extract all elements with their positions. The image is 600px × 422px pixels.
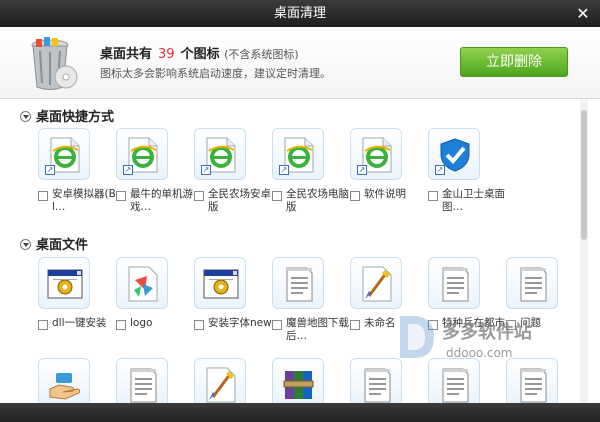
- shortcut-arrow-icon: ↗: [279, 165, 289, 175]
- icon-label: dll一键安装: [52, 317, 107, 329]
- icon-thumbnail[interactable]: ↗: [272, 128, 324, 180]
- icon-thumbnail[interactable]: [194, 257, 246, 309]
- title-bar: 桌面清理 ✕: [0, 0, 600, 27]
- icon-count-summary: 桌面共有 39 个图标 (不含系统图标): [100, 43, 299, 62]
- select-checkbox[interactable]: [38, 191, 48, 201]
- section-header-shortcuts[interactable]: 桌面快捷方式: [20, 106, 114, 125]
- icon-label: 安装字体new: [208, 317, 272, 329]
- icon-thumbnail[interactable]: [272, 358, 324, 403]
- select-checkbox[interactable]: [272, 320, 282, 330]
- section-title-shortcuts: 桌面快捷方式: [36, 110, 115, 125]
- shortcut-arrow-icon: ↗: [123, 165, 133, 175]
- icon-thumbnail[interactable]: [272, 257, 324, 309]
- delete-now-button[interactable]: 立即删除: [460, 47, 568, 77]
- collapse-icon[interactable]: [20, 111, 31, 122]
- icon-thumbnail[interactable]: [194, 358, 246, 403]
- watermark-url: ddooo.com: [446, 346, 513, 360]
- icon-thumbnail[interactable]: [38, 257, 90, 309]
- collapse-icon[interactable]: [20, 239, 31, 250]
- icon-thumbnail[interactable]: ↗: [428, 128, 480, 180]
- icon-label: 魔兽地图下载后…: [286, 317, 349, 342]
- icon-count: 39: [158, 47, 175, 62]
- recycle-bin-icon: [31, 37, 78, 90]
- icon-label: 全民农场安卓版: [208, 188, 271, 213]
- select-checkbox[interactable]: [116, 320, 126, 330]
- shortcut-arrow-icon: ↗: [435, 165, 445, 175]
- summary-header: 桌面共有 39 个图标 (不含系统图标) 图标太多会影响系统启动速度，建议定时清理。…: [0, 27, 600, 99]
- watermark-logo-icon: [400, 316, 434, 358]
- icon-thumbnail[interactable]: [350, 257, 402, 309]
- select-checkbox[interactable]: [272, 191, 282, 201]
- close-icon[interactable]: ✕: [575, 0, 591, 27]
- icon-thumbnail[interactable]: ↗: [38, 128, 90, 180]
- watermark-brand: 多多软件站: [442, 322, 532, 343]
- icon-label: 最牛的单机游戏…: [130, 188, 193, 213]
- summary-prefix: 桌面共有: [100, 47, 153, 62]
- footer-bar: [0, 403, 600, 422]
- select-checkbox[interactable]: [350, 320, 360, 330]
- icon-thumbnail[interactable]: ↗: [350, 128, 402, 180]
- scrollbar-thumb[interactable]: [581, 110, 587, 240]
- section-title-files: 桌面文件: [36, 238, 89, 253]
- icon-thumbnail[interactable]: [506, 257, 558, 309]
- icon-thumbnail[interactable]: [428, 257, 480, 309]
- shortcut-arrow-icon: ↗: [357, 165, 367, 175]
- cleanup-hint: 图标太多会影响系统启动速度，建议定时清理。: [100, 67, 331, 80]
- section-header-files[interactable]: 桌面文件: [20, 234, 88, 253]
- select-checkbox[interactable]: [350, 191, 360, 201]
- icon-label: 软件说明: [364, 188, 406, 200]
- icon-label: 安卓模拟器(Bl…: [52, 188, 116, 213]
- icon-thumbnail[interactable]: ↗: [194, 128, 246, 180]
- summary-note: (不含系统图标): [224, 48, 299, 61]
- icon-thumbnail[interactable]: [38, 358, 90, 403]
- select-checkbox[interactable]: [116, 191, 126, 201]
- icon-label: logo: [130, 317, 153, 329]
- select-checkbox[interactable]: [38, 320, 48, 330]
- select-checkbox[interactable]: [428, 191, 438, 201]
- icon-thumbnail[interactable]: [116, 257, 168, 309]
- shortcut-arrow-icon: ↗: [201, 165, 211, 175]
- select-checkbox[interactable]: [194, 320, 204, 330]
- summary-suffix: 个图标: [180, 47, 220, 62]
- select-checkbox[interactable]: [194, 191, 204, 201]
- icon-thumbnail[interactable]: ↗: [116, 128, 168, 180]
- icon-label: 金山卫士桌面图…: [442, 188, 505, 213]
- shortcut-arrow-icon: ↗: [45, 165, 55, 175]
- window-title: 桌面清理: [273, 6, 326, 21]
- icon-thumbnail[interactable]: [116, 358, 168, 403]
- watermark: 多多软件站 ddooo.com: [392, 312, 592, 372]
- icon-label: 全民农场电脑版: [286, 188, 349, 213]
